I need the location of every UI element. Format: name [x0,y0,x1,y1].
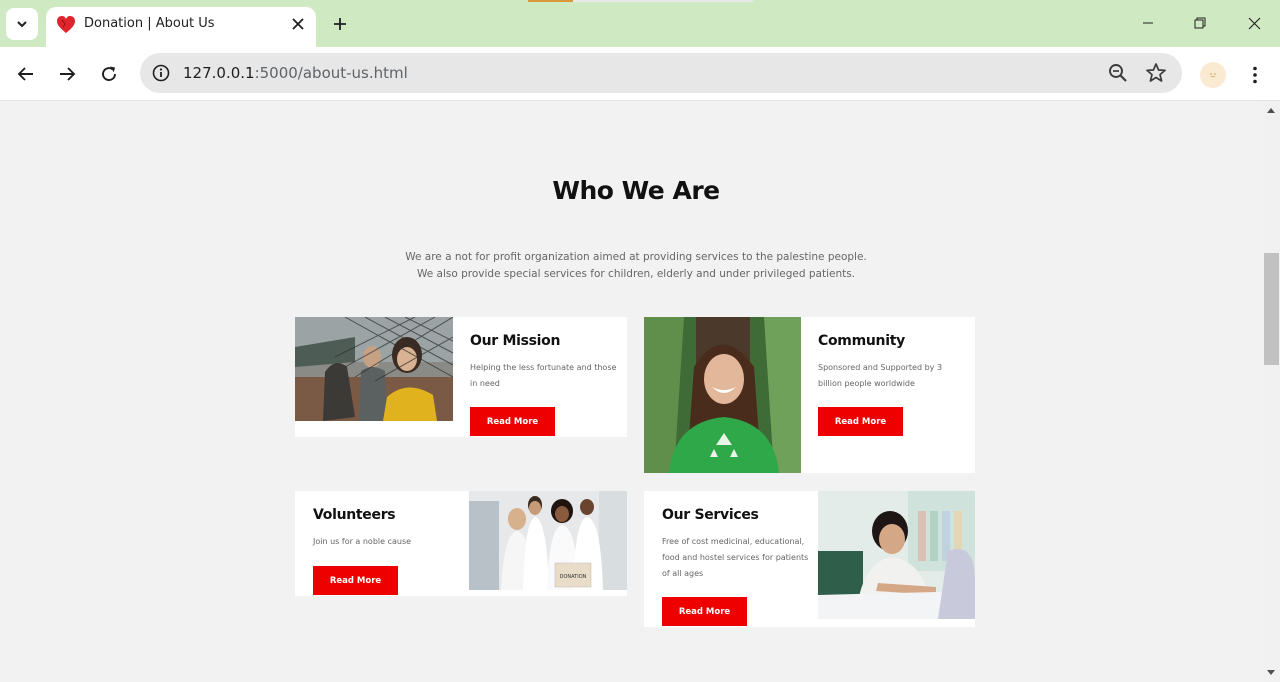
mission-read-more-button[interactable]: Read More [470,407,555,436]
new-tab-button[interactable] [326,10,354,38]
reload-button[interactable] [93,58,125,90]
community-read-more-button[interactable]: Read More [818,407,903,436]
section-intro: We are a not for profit organization aim… [0,249,1272,283]
scroll-down-arrow-icon[interactable] [1267,670,1275,675]
arrow-left-icon [17,67,33,81]
scroll-up-arrow-icon[interactable] [1267,108,1275,113]
section-heading: Who We Are [552,176,720,205]
browser-tab-active[interactable]: Donation | About Us [46,7,316,47]
tab-title: Donation | About Us [84,16,215,31]
tab-strip-accent [573,0,753,2]
services-card: Our Services Free of cost medicinal, edu… [644,491,975,627]
restore-button[interactable] [1180,8,1220,38]
community-text: Sponsored and Supported by 3 billion peo… [818,363,943,388]
chevron-down-icon [17,21,27,28]
profile-avatar[interactable] [1200,62,1226,88]
url-path: :5000/about-us.html [254,64,408,82]
address-bar[interactable]: 127.0.0.1:5000/about-us.html [140,53,1182,93]
volunteers-group-photo: DONATION [469,491,627,590]
services-text: Free of cost medicinal, educational, foo… [662,537,809,578]
volunteers-text: Join us for a noble cause [313,537,412,546]
browser-menu-button[interactable] [1243,62,1267,88]
info-icon [152,64,170,82]
tab-close-button[interactable] [287,13,309,35]
forward-button[interactable] [51,58,83,90]
minimize-button[interactable] [1128,8,1168,38]
svg-text:DONATION: DONATION [560,574,587,580]
girl-studying-photo [818,491,975,619]
heart-favicon-icon [57,16,75,33]
tab-search-button[interactable] [6,8,38,40]
mission-photo [295,317,453,421]
restore-icon [1194,17,1206,29]
browser-titlebar: Donation | About Us [0,0,1280,47]
mission-card: Our Mission Helping the less fortunate a… [295,317,627,437]
children-at-fence-photo [295,317,453,421]
zoom-icon[interactable] [1106,61,1130,85]
tab-strip-accent [528,0,573,2]
community-card: Community Sponsored and Supported by 3 b… [644,317,975,473]
close-icon [1248,17,1260,29]
plus-icon [334,18,346,30]
browser-toolbar: 127.0.0.1:5000/about-us.html [0,47,1280,101]
volunteers-title: Volunteers [313,507,396,523]
url-text: 127.0.0.1:5000/about-us.html [183,64,408,82]
community-title: Community [818,333,905,349]
community-photo [644,317,801,473]
smiling-girl-green-shirt-photo [644,317,801,473]
more-vertical-icon [1253,66,1257,84]
mission-title: Our Mission [470,333,561,349]
page-scrollbar[interactable] [1263,102,1280,682]
intro-line-2: We also provide special services for chi… [416,268,856,280]
arrow-right-icon [60,67,76,81]
mission-text: Helping the less fortunate and those in … [470,363,617,388]
page-content: Who We Are We are a not for profit organ… [0,102,1263,682]
intro-line-1: We are a not for profit organization aim… [405,251,867,263]
volunteers-photo: DONATION [469,491,627,590]
site-info-button[interactable] [150,62,172,84]
scroll-thumb[interactable] [1264,253,1279,365]
close-icon [292,18,304,30]
minimize-icon [1143,22,1153,24]
services-read-more-button[interactable]: Read More [662,597,747,626]
window-close-button[interactable] [1234,8,1274,38]
url-host: 127.0.0.1 [183,64,255,82]
volunteers-read-more-button[interactable]: Read More [313,566,398,595]
services-title: Our Services [662,507,759,523]
reload-icon [102,66,116,81]
back-button[interactable] [10,58,42,90]
profile-face-icon [1210,73,1216,78]
volunteers-card: Volunteers Join us for a noble cause Rea… [295,491,627,596]
services-photo [818,491,975,619]
bookmark-star-icon[interactable] [1144,61,1168,85]
